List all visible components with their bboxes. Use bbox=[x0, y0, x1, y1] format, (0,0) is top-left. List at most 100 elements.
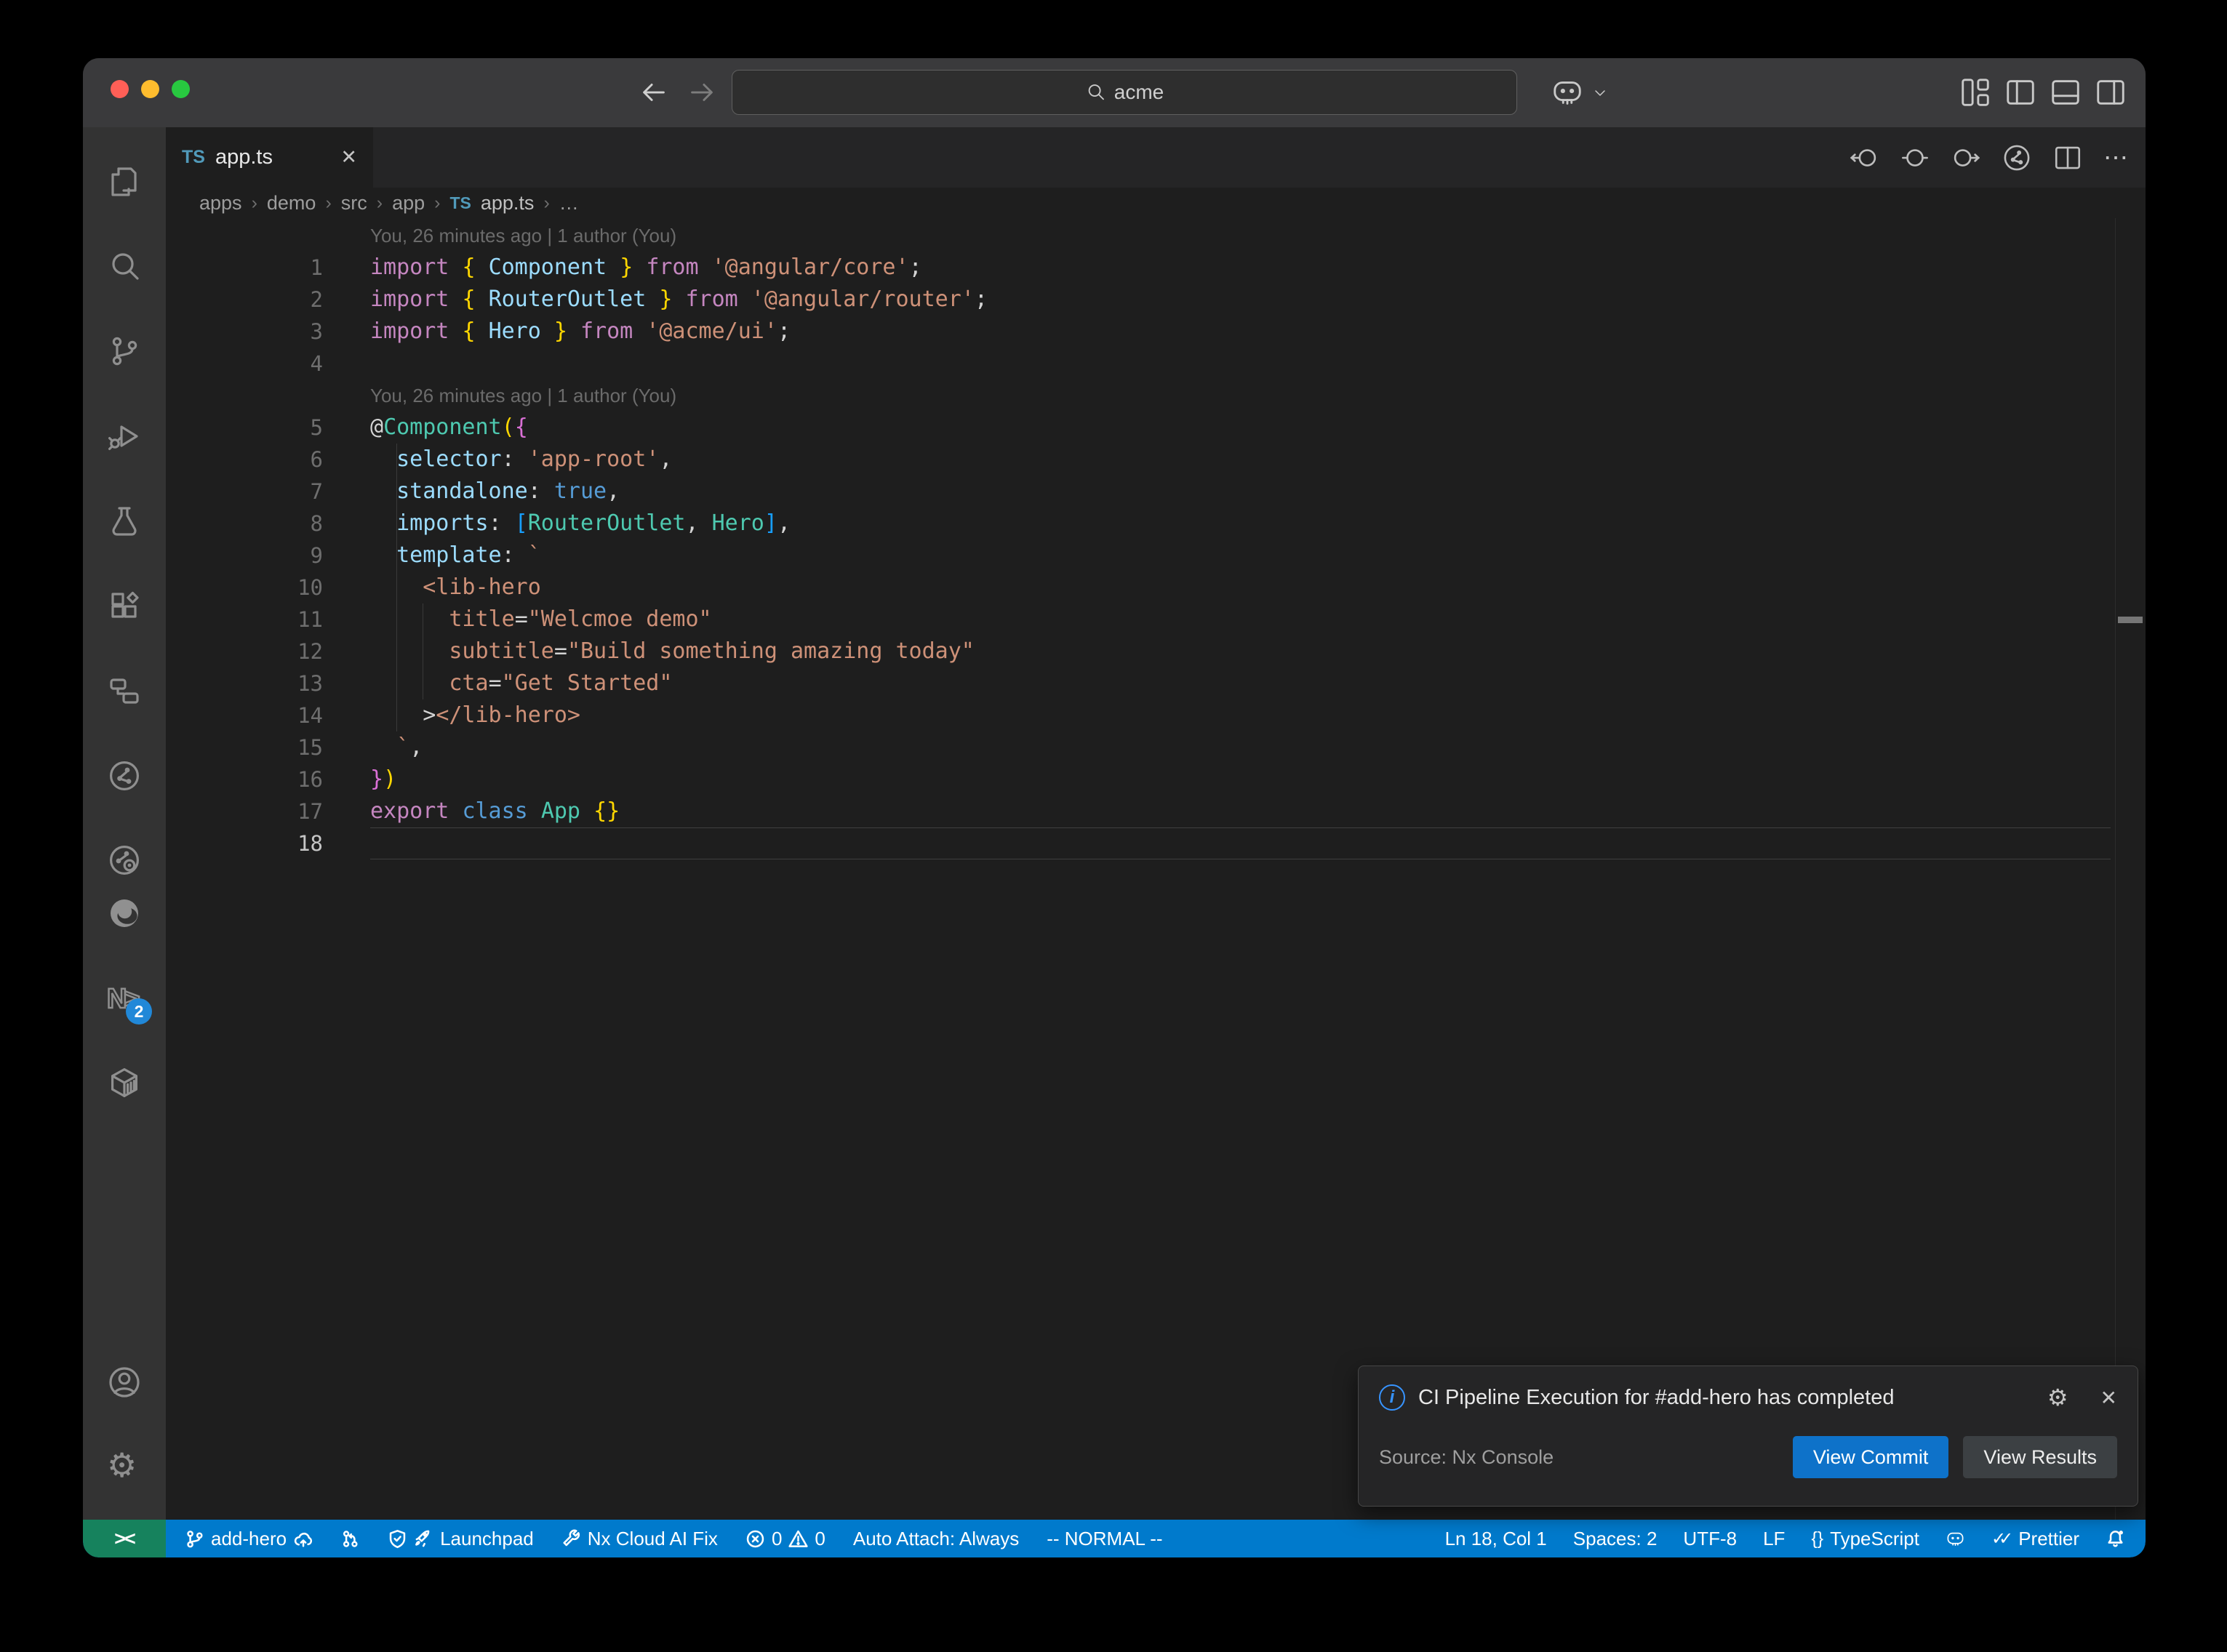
blame-annotation: You, 26 minutes ago | 1 author (You) bbox=[166, 220, 2146, 252]
indentation-item[interactable]: Spaces: 2 bbox=[1573, 1528, 1658, 1550]
line-number[interactable]: 9 bbox=[166, 540, 323, 572]
code-line: 12 subtitle="Build something amazing tod… bbox=[166, 635, 2146, 667]
rocket-icon bbox=[414, 1529, 433, 1549]
breadcrumb-overflow[interactable]: … bbox=[559, 192, 579, 214]
account-icon[interactable] bbox=[107, 1365, 142, 1400]
code-line: 4 bbox=[166, 348, 2146, 380]
code-line: 14 ></lib-hero> bbox=[166, 699, 2146, 731]
nx-cloud-fix-item[interactable]: Nx Cloud AI Fix bbox=[561, 1528, 718, 1550]
connected-boxes-icon[interactable] bbox=[107, 673, 142, 708]
line-number[interactable]: 6 bbox=[166, 444, 323, 476]
notification-close-icon[interactable]: ✕ bbox=[2100, 1386, 2117, 1410]
testing-beaker-icon[interactable] bbox=[107, 504, 142, 539]
launchpad-item[interactable]: Launchpad bbox=[388, 1528, 534, 1550]
copilot-icon bbox=[1946, 1529, 1965, 1549]
circled-graph-at-icon[interactable] bbox=[107, 843, 142, 878]
line-number[interactable]: 17 bbox=[166, 795, 323, 827]
edge-browser-icon[interactable] bbox=[107, 896, 142, 931]
encoding-item[interactable]: UTF-8 bbox=[1683, 1528, 1737, 1550]
line-number[interactable]: 10 bbox=[166, 572, 323, 604]
breadcrumb-item[interactable]: demo bbox=[267, 192, 316, 214]
window-close-button[interactable] bbox=[111, 80, 129, 98]
step-forward-icon[interactable] bbox=[1951, 143, 1981, 173]
line-number[interactable]: 13 bbox=[166, 667, 323, 699]
customize-layout-icon[interactable] bbox=[1959, 76, 1992, 109]
remote-indicator[interactable]: >< bbox=[83, 1520, 166, 1557]
view-commit-button[interactable]: View Commit bbox=[1793, 1436, 1949, 1478]
source-control-icon[interactable] bbox=[107, 334, 142, 369]
run-debug-icon[interactable] bbox=[107, 419, 142, 454]
toggle-sidebar-right-icon[interactable] bbox=[2094, 76, 2127, 109]
nx-graph-icon[interactable] bbox=[2002, 143, 2032, 173]
window-zoom-button[interactable] bbox=[172, 80, 190, 98]
git-sync-item[interactable] bbox=[340, 1529, 360, 1549]
tab-bar: TS app.ts ✕ ⋯ bbox=[166, 127, 2146, 188]
code-line: 2 import { RouterOutlet } from '@angular… bbox=[166, 284, 2146, 316]
line-number[interactable]: 11 bbox=[166, 604, 323, 635]
line-number[interactable]: 7 bbox=[166, 476, 323, 508]
navigate-forward-icon[interactable] bbox=[685, 76, 719, 109]
breadcrumb-item[interactable]: src bbox=[341, 192, 367, 214]
toggle-sidebar-left-icon[interactable] bbox=[2004, 76, 2037, 109]
circled-graph-icon[interactable] bbox=[107, 758, 142, 793]
line-number[interactable]: 4 bbox=[166, 348, 323, 380]
extensions-icon[interactable] bbox=[107, 588, 142, 623]
settings-gear-icon[interactable]: ⚙ bbox=[107, 1448, 142, 1483]
line-number[interactable]: 5 bbox=[166, 412, 323, 444]
notification-toast: i CI Pipeline Execution for #add-hero ha… bbox=[1358, 1366, 2138, 1507]
code-line: 15 `, bbox=[166, 731, 2146, 763]
line-number[interactable]: 8 bbox=[166, 508, 323, 540]
notification-settings-icon[interactable]: ⚙ bbox=[2047, 1384, 2068, 1411]
breadcrumb-item[interactable]: app bbox=[392, 192, 425, 214]
step-back-icon[interactable] bbox=[1849, 143, 1879, 173]
info-icon: i bbox=[1379, 1384, 1405, 1411]
problems-item[interactable]: 0 0 bbox=[745, 1528, 825, 1550]
tab-close-icon[interactable]: ✕ bbox=[340, 146, 357, 169]
notifications-bell-item[interactable] bbox=[2106, 1529, 2125, 1549]
prettier-item[interactable]: ✓✓ Prettier bbox=[1991, 1528, 2079, 1550]
copilot-icon[interactable] bbox=[1551, 76, 1584, 109]
braces-icon: {} bbox=[1811, 1528, 1823, 1549]
auto-attach-item[interactable]: Auto Attach: Always bbox=[853, 1528, 1019, 1550]
line-number[interactable]: 2 bbox=[166, 284, 323, 316]
nx-icon[interactable]: N> 2 bbox=[107, 984, 142, 1019]
editor-scrollbar[interactable] bbox=[2115, 218, 2146, 1520]
git-branch-item[interactable]: add-hero bbox=[185, 1528, 313, 1550]
window-minimize-button[interactable] bbox=[141, 80, 159, 98]
double-check-icon: ✓✓ bbox=[1991, 1528, 2006, 1549]
search-icon[interactable] bbox=[107, 249, 142, 284]
tab-app-ts[interactable]: TS app.ts ✕ bbox=[166, 127, 373, 188]
line-number[interactable]: 15 bbox=[166, 731, 323, 763]
language-mode-item[interactable]: {} TypeScript bbox=[1811, 1528, 1919, 1550]
command-center-search[interactable]: acme bbox=[732, 70, 1517, 115]
copilot-status-item[interactable] bbox=[1946, 1529, 1965, 1549]
navigate-back-icon[interactable] bbox=[637, 76, 671, 109]
breadcrumb-separator: › bbox=[434, 193, 440, 214]
eol-item[interactable]: LF bbox=[1763, 1528, 1785, 1550]
container-cube-icon[interactable] bbox=[107, 1065, 142, 1100]
line-number[interactable]: 16 bbox=[166, 763, 323, 795]
split-editor-icon[interactable] bbox=[2052, 143, 2083, 173]
line-number[interactable]: 1 bbox=[166, 252, 323, 284]
view-results-button[interactable]: View Results bbox=[1963, 1436, 2117, 1478]
explorer-files-icon[interactable] bbox=[107, 164, 142, 199]
breadcrumb-file[interactable]: app.ts bbox=[481, 192, 535, 214]
shield-check-icon bbox=[388, 1529, 407, 1549]
git-sync-icon bbox=[340, 1529, 360, 1549]
line-number[interactable]: 12 bbox=[166, 635, 323, 667]
cursor-position-item[interactable]: Ln 18, Col 1 bbox=[1445, 1528, 1547, 1550]
breadcrumb-item[interactable]: apps bbox=[199, 192, 242, 214]
error-count: 0 bbox=[772, 1528, 782, 1550]
editor-area: TS app.ts ✕ ⋯ ap bbox=[166, 127, 2146, 1520]
current-position-icon[interactable] bbox=[1900, 143, 1930, 173]
chevron-down-icon[interactable] bbox=[1591, 84, 1609, 102]
blame-annotation: You, 26 minutes ago | 1 author (You) bbox=[166, 380, 2146, 412]
vim-mode-item[interactable]: -- NORMAL -- bbox=[1047, 1528, 1162, 1550]
line-number[interactable]: 18 bbox=[166, 827, 323, 859]
code-editor[interactable]: You, 26 minutes ago | 1 author (You) 1 i… bbox=[166, 218, 2146, 1520]
warning-count: 0 bbox=[815, 1528, 825, 1550]
line-number[interactable]: 14 bbox=[166, 699, 323, 731]
more-actions-icon[interactable]: ⋯ bbox=[2103, 143, 2130, 172]
toggle-panel-icon[interactable] bbox=[2049, 76, 2082, 109]
line-number[interactable]: 3 bbox=[166, 316, 323, 348]
